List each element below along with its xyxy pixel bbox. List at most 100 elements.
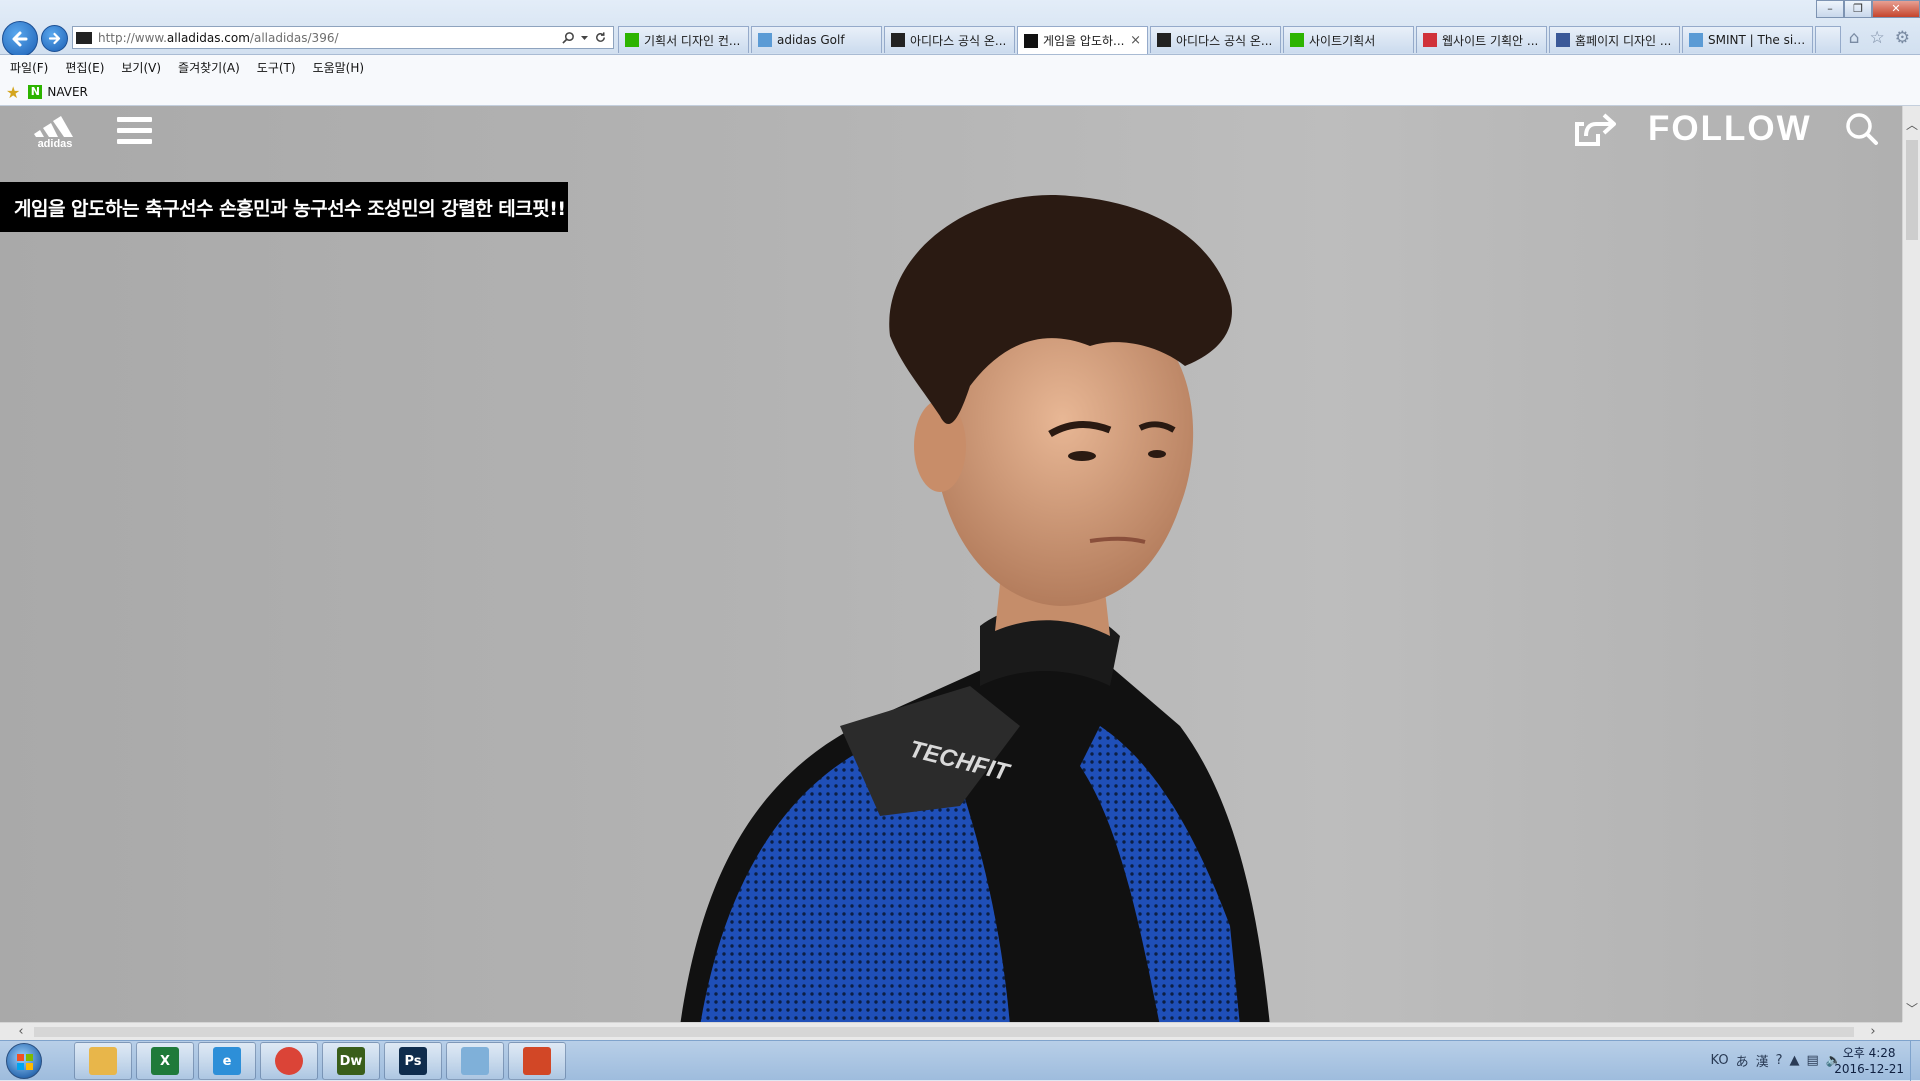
keyboard-layout-icon[interactable]: KO xyxy=(1711,1053,1729,1068)
menu-file[interactable]: 파일(F) xyxy=(10,59,48,76)
taskbar-app-powerpoint[interactable] xyxy=(508,1042,566,1080)
menu-tools[interactable]: 도구(T) xyxy=(257,59,296,76)
ie-page-icon xyxy=(1689,33,1703,47)
address-url[interactable]: http://www.alladidas.com/alladidas/396/ xyxy=(98,31,562,45)
browser-titlebar: http://www.alladidas.com/alladidas/396/ … xyxy=(0,0,1920,57)
notepad-icon xyxy=(461,1047,489,1075)
clock-time: 오후 4:28 xyxy=(1842,1046,1896,1060)
photoshop-icon: Ps xyxy=(399,1047,427,1075)
back-button[interactable] xyxy=(2,21,38,57)
browser-tab[interactable]: 아디다스 공식 온... xyxy=(1150,26,1281,53)
horizontal-scrollbar[interactable]: ‹ › xyxy=(0,1022,1902,1040)
start-button[interactable] xyxy=(6,1043,42,1079)
forward-button[interactable] xyxy=(41,25,68,52)
taskbar-app-internet-explorer[interactable]: e xyxy=(198,1042,256,1080)
windows-logo-icon xyxy=(17,1054,33,1070)
taskbar-app-dreamweaver[interactable]: Dw xyxy=(322,1042,380,1080)
taskbar-app-photoshop[interactable]: Ps xyxy=(384,1042,442,1080)
ie-page-icon xyxy=(758,33,772,47)
taskbar-app-chrome[interactable] xyxy=(260,1042,318,1080)
browser-tab-label: 게임을 압도하... xyxy=(1043,34,1125,48)
browser-tab-label: 아디다스 공식 온... xyxy=(1176,33,1273,48)
search-icon[interactable] xyxy=(562,31,575,44)
address-bar[interactable]: http://www.alladidas.com/alladidas/396/ xyxy=(72,26,614,49)
restore-button[interactable]: ❐ xyxy=(1844,0,1872,18)
favorites-bar: ★ N NAVER xyxy=(0,79,1920,106)
site-header: adidas FOLLOW xyxy=(0,106,1902,156)
browser-tab-label: 사이트기획서 xyxy=(1309,33,1376,48)
vertical-scroll-thumb[interactable] xyxy=(1906,140,1918,240)
adidas-logo-icon[interactable]: adidas xyxy=(30,114,80,148)
settings-gear-icon[interactable]: ⚙ xyxy=(1895,28,1910,48)
article-headline: 게임을 압도하는 축구선수 손흥민과 농구선수 조성민의 강렬한 테크핏!! xyxy=(0,182,568,232)
site-favicon-icon xyxy=(76,31,92,44)
network-icon[interactable]: ▤ xyxy=(1807,1053,1819,1068)
browser-tab[interactable]: 기획서 디자인 컨... xyxy=(618,26,749,53)
help-icon[interactable]: ? xyxy=(1776,1053,1783,1068)
window-controls: – ❐ ✕ xyxy=(1816,0,1920,18)
scroll-up-icon[interactable]: ︿ xyxy=(1903,116,1920,134)
horizontal-scroll-thumb[interactable] xyxy=(34,1027,1854,1037)
browser-tab-label: 기획서 디자인 컨... xyxy=(644,33,741,48)
red-icon xyxy=(1423,33,1437,47)
language-bar-icon[interactable]: あ xyxy=(1736,1051,1749,1070)
excel-icon: X xyxy=(151,1047,179,1075)
taskbar: Xe Dw Ps KO あ 漢 ? ▲ ▤ 🔈 오후 4:28 2016-12-21 xyxy=(0,1040,1920,1081)
taskbar-app-explorer[interactable] xyxy=(74,1042,132,1080)
scroll-left-icon[interactable]: ‹ xyxy=(12,1023,30,1041)
refresh-icon[interactable] xyxy=(594,31,607,44)
ime-hanja-icon[interactable]: 漢 xyxy=(1756,1051,1769,1070)
menu-favorites[interactable]: 즐겨찾기(A) xyxy=(178,59,240,76)
add-favorite-star-icon[interactable]: ★ xyxy=(6,83,20,102)
internet-explorer-icon: e xyxy=(213,1047,241,1075)
adidas-icon xyxy=(1157,33,1171,47)
svg-text:adidas: adidas xyxy=(38,138,73,148)
browser-tab-label: adidas Golf xyxy=(777,33,845,47)
naver-icon xyxy=(625,33,639,47)
browser-tab[interactable]: adidas Golf xyxy=(751,26,882,53)
system-clock[interactable]: 오후 4:28 2016-12-21 xyxy=(1834,1045,1904,1077)
taskbar-app-excel[interactable]: X xyxy=(136,1042,194,1080)
green-doc-icon xyxy=(1290,33,1304,47)
naver-icon: N xyxy=(28,85,43,99)
show-desktop-button[interactable] xyxy=(1910,1041,1920,1081)
share-icon[interactable] xyxy=(1574,112,1616,148)
close-tab-icon[interactable]: × xyxy=(1130,33,1141,48)
taskbar-app-notepad[interactable] xyxy=(446,1042,504,1080)
favorite-link-naver[interactable]: NAVER xyxy=(47,85,88,99)
home-icon[interactable]: ⌂ xyxy=(1849,28,1860,48)
close-window-button[interactable]: ✕ xyxy=(1872,0,1920,18)
menu-view[interactable]: 보기(V) xyxy=(121,59,161,76)
dreamweaver-icon: Dw xyxy=(337,1047,365,1075)
new-tab-button[interactable] xyxy=(1815,26,1841,53)
search-icon[interactable] xyxy=(1845,112,1879,146)
adidas-icon xyxy=(891,33,905,47)
dropdown-arrow-icon[interactable] xyxy=(581,31,588,44)
scrollbar-corner xyxy=(1902,1022,1920,1040)
favorites-star-icon[interactable]: ☆ xyxy=(1870,28,1885,48)
follow-button[interactable]: FOLLOW xyxy=(1648,109,1812,149)
menu-hamburger-icon[interactable] xyxy=(117,117,152,145)
browser-tab[interactable]: 게임을 압도하... × xyxy=(1017,26,1148,54)
browser-tab[interactable]: 아디다스 공식 온... xyxy=(884,26,1015,53)
chrome-icon xyxy=(275,1047,303,1075)
browser-tab[interactable]: 홈페이지 디자인 ... xyxy=(1549,26,1680,53)
menu-help[interactable]: 도움말(H) xyxy=(313,59,365,76)
scroll-down-icon[interactable]: ﹀ xyxy=(1903,1000,1920,1018)
menu-edit[interactable]: 편집(E) xyxy=(65,59,104,76)
scroll-right-icon[interactable]: › xyxy=(1864,1023,1882,1041)
explorer-icon xyxy=(89,1047,117,1075)
browser-tab-label: 홈페이지 디자인 ... xyxy=(1575,33,1672,48)
browser-tab-label: 아디다스 공식 온... xyxy=(910,33,1007,48)
arrow-left-icon xyxy=(12,31,28,47)
minimize-button[interactable]: – xyxy=(1816,0,1844,18)
browser-tab[interactable]: 사이트기획서 xyxy=(1283,26,1414,53)
browser-tab[interactable]: SMINT | The sim... xyxy=(1682,26,1813,53)
browser-toolbar-icons: ⌂ ☆ ⚙ xyxy=(1849,28,1910,48)
page-viewport: TECHFIT adidas FOLLOW 게임을 압도하는 축구선수 손흥민과… xyxy=(0,106,1902,1022)
browser-tab[interactable]: 웹사이트 기획안 ... xyxy=(1416,26,1547,53)
tray-expand-icon[interactable]: ▲ xyxy=(1790,1053,1800,1068)
system-tray: KO あ 漢 ? ▲ ▤ 🔈 xyxy=(1711,1051,1842,1070)
vertical-scrollbar[interactable]: ︿ ﹀ xyxy=(1902,106,1920,1022)
menu-bar: 파일(F) 편집(E) 보기(V) 즐겨찾기(A) 도구(T) 도움말(H) xyxy=(0,55,1920,79)
